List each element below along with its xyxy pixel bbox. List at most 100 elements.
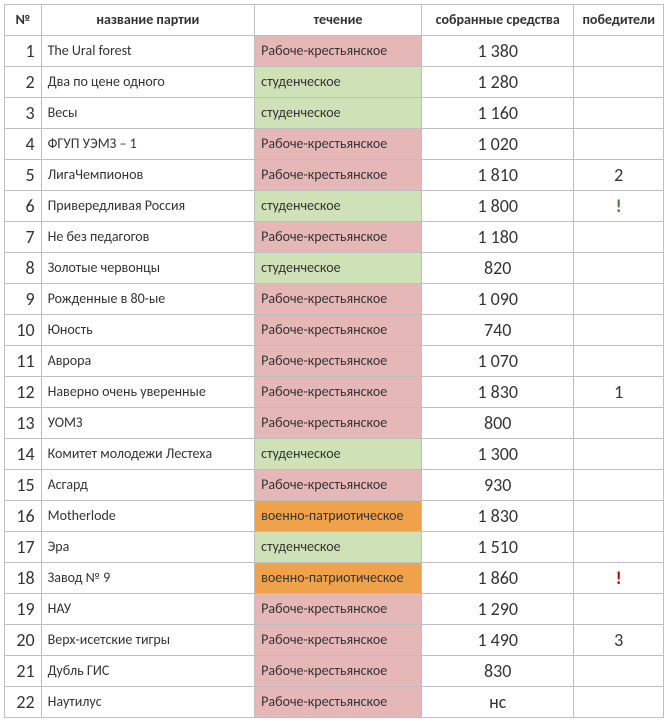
- row-number: 10: [5, 315, 41, 345]
- cell-party: Два по цене одного: [41, 67, 255, 98]
- trend-label: студенческое: [255, 253, 421, 283]
- cell-trend: Рабоче-крестьянское: [255, 470, 422, 501]
- trend-label: Рабоче-крестьянское: [255, 377, 421, 407]
- funds-value: 1 830: [422, 501, 574, 531]
- trend-label: военно-патриотическое: [255, 563, 421, 593]
- trend-label: Рабоче-крестьянское: [255, 36, 421, 66]
- cell-party: Асгард: [41, 470, 255, 501]
- trend-label: студенческое: [255, 191, 421, 221]
- cell-party: Юность: [41, 315, 255, 346]
- winner-value: !: [574, 191, 663, 221]
- table-row: 4ФГУП УЭМЗ – 1Рабоче-крестьянское1 020: [5, 129, 664, 160]
- cell-winners: [574, 408, 664, 439]
- cell-party: Аврора: [41, 346, 255, 377]
- cell-trend: студенческое: [255, 253, 422, 284]
- cell-trend: Рабоче-крестьянское: [255, 346, 422, 377]
- table-row: 8Золотые червонцыстуденческое820: [5, 253, 664, 284]
- cell-trend: Рабоче-крестьянское: [255, 594, 422, 625]
- cell-party: Motherlode: [41, 501, 255, 532]
- cell-trend: Рабоче-крестьянское: [255, 222, 422, 253]
- party-name: Motherlode: [42, 501, 255, 531]
- cell-funds: 1 290: [421, 594, 574, 625]
- cell-funds: 800: [421, 408, 574, 439]
- cell-num: 1: [5, 36, 42, 67]
- funds-value: 1 280: [422, 67, 574, 97]
- trend-label: Рабоче-крестьянское: [255, 315, 421, 345]
- table-row: 18Завод № 9военно-патриотическое1 860!: [5, 563, 664, 594]
- party-name: ЛигаЧемпионов: [42, 160, 255, 190]
- cell-trend: студенческое: [255, 532, 422, 563]
- cell-funds: 1 160: [421, 98, 574, 129]
- cell-trend: студенческое: [255, 191, 422, 222]
- party-name: Золотые червонцы: [42, 253, 255, 283]
- cell-winners: [574, 315, 664, 346]
- cell-winners: 2: [574, 160, 664, 191]
- cell-winners: [574, 36, 664, 67]
- row-number: 16: [5, 501, 41, 531]
- cell-num: 21: [5, 656, 42, 687]
- cell-funds: 1 280: [421, 67, 574, 98]
- cell-winners: 1: [574, 377, 664, 408]
- table-row: 11АврораРабоче-крестьянское1 070: [5, 346, 664, 377]
- row-number: 20: [5, 625, 41, 655]
- funds-value: нс: [422, 687, 574, 717]
- cell-winners: [574, 656, 664, 687]
- table-row: 19НАУРабоче-крестьянское1 290: [5, 594, 664, 625]
- cell-funds: 1 830: [421, 377, 574, 408]
- cell-trend: студенческое: [255, 98, 422, 129]
- winner-value: !: [574, 563, 663, 593]
- cell-winners: [574, 594, 664, 625]
- cell-party: Золотые червонцы: [41, 253, 255, 284]
- trend-label: Рабоче-крестьянское: [255, 594, 421, 624]
- cell-party: УОМЗ: [41, 408, 255, 439]
- cell-party: Завод № 9: [41, 563, 255, 594]
- cell-num: 3: [5, 98, 42, 129]
- funds-value: 1 800: [422, 191, 574, 221]
- cell-funds: 1 800: [421, 191, 574, 222]
- party-name: Два по цене одного: [42, 67, 255, 97]
- cell-trend: Рабоче-крестьянское: [255, 36, 422, 67]
- cell-num: 7: [5, 222, 42, 253]
- table-row: 21Дубль ГИСРабоче-крестьянское830: [5, 656, 664, 687]
- table-row: 1The Ural forestРабоче-крестьянское1 380: [5, 36, 664, 67]
- trend-label: военно-патриотическое: [255, 501, 421, 531]
- table-row: 13УОМЗРабоче-крестьянское800: [5, 408, 664, 439]
- trend-label: студенческое: [255, 67, 421, 97]
- cell-party: Не без педагогов: [41, 222, 255, 253]
- parties-table: № название партии течение собранные сред…: [4, 4, 664, 718]
- party-name: Наверно очень уверенные: [42, 377, 255, 407]
- row-number: 2: [5, 67, 41, 97]
- cell-party: ФГУП УЭМЗ – 1: [41, 129, 255, 160]
- cell-num: 4: [5, 129, 42, 160]
- header-num: №: [5, 5, 42, 36]
- cell-num: 15: [5, 470, 42, 501]
- winner-value: 1: [574, 377, 663, 407]
- funds-value: 830: [422, 656, 574, 686]
- cell-party: Дубль ГИС: [41, 656, 255, 687]
- cell-trend: военно-патриотическое: [255, 563, 422, 594]
- cell-winners: [574, 129, 664, 160]
- cell-party: ЛигаЧемпионов: [41, 160, 255, 191]
- cell-num: 8: [5, 253, 42, 284]
- row-number: 1: [5, 36, 41, 66]
- cell-winners: [574, 439, 664, 470]
- cell-num: 9: [5, 284, 42, 315]
- party-name: Юность: [42, 315, 255, 345]
- header-party: название партии: [41, 5, 255, 36]
- trend-label: Рабоче-крестьянское: [255, 222, 421, 252]
- party-name: Наутилус: [42, 687, 255, 717]
- table-row: 3Весыстуденческое1 160: [5, 98, 664, 129]
- funds-value: 1 070: [422, 346, 574, 376]
- cell-funds: 930: [421, 470, 574, 501]
- trend-label: Рабоче-крестьянское: [255, 408, 421, 438]
- funds-value: 1 830: [422, 377, 574, 407]
- row-number: 17: [5, 532, 41, 562]
- cell-party: Эра: [41, 532, 255, 563]
- cell-num: 2: [5, 67, 42, 98]
- row-number: 9: [5, 284, 41, 314]
- cell-trend: Рабоче-крестьянское: [255, 377, 422, 408]
- cell-funds: 1 510: [421, 532, 574, 563]
- party-name: Рожденные в 80-ые: [42, 284, 255, 314]
- party-name: Не без педагогов: [42, 222, 255, 252]
- trend-label: Рабоче-крестьянское: [255, 687, 421, 717]
